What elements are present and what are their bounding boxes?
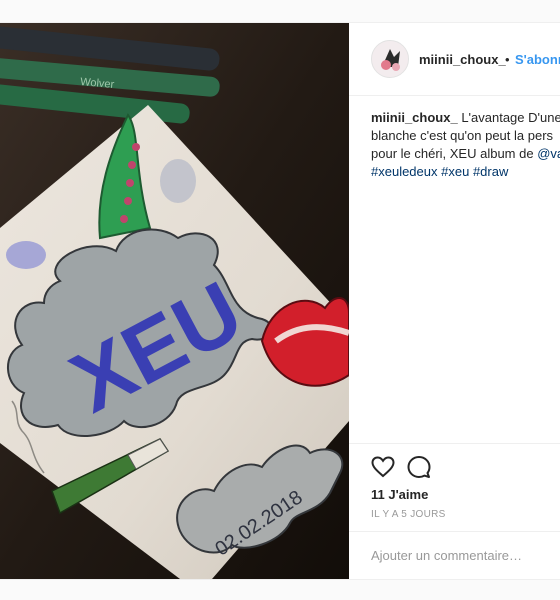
post-header: miinii_choux_ • S'abonner [349, 23, 560, 96]
artwork-drawing: Wolver XEU 02.02.2018 [0, 23, 349, 579]
post-timestamp[interactable]: IL Y A 5 JOURS [371, 509, 446, 520]
post-caption: miinii_choux_ L'avantage D'une blanche c… [371, 109, 560, 181]
grey-blob [160, 159, 196, 203]
comment-icon [407, 456, 431, 478]
avatar[interactable] [371, 40, 409, 78]
post-photo[interactable]: Wolver XEU 02.02.2018 [0, 23, 349, 579]
caption-mention[interactable]: @va [537, 146, 560, 161]
post-username[interactable]: miinii_choux_ [419, 52, 506, 67]
hashtag-xeuledeux[interactable]: #xeuledeux [371, 164, 438, 179]
comment-input[interactable] [371, 544, 551, 566]
caption-hashtags: #xeuledeux #xeu #draw [371, 163, 560, 181]
post-sidebar: miinii_choux_ • S'abonner miinii_choux_ … [349, 23, 560, 579]
comment-box [349, 531, 560, 580]
hashtag-xeu[interactable]: #xeu [441, 164, 469, 179]
avatar-image [372, 41, 408, 77]
caption-line-2: blanche c'est qu'on peut la pers [371, 128, 554, 143]
hashtag-draw[interactable]: #draw [473, 164, 508, 179]
caption-line-3: pour le chéri, XEU album de @va [371, 145, 560, 163]
heart-icon [371, 456, 395, 478]
separator-dot: • [505, 52, 510, 67]
like-count[interactable]: 11 J'aime [371, 487, 428, 502]
like-button[interactable] [371, 455, 397, 481]
lilac-blob [6, 241, 46, 269]
follow-button[interactable]: S'abonner [515, 52, 560, 67]
caption-line-1: miinii_choux_ L'avantage D'une [371, 109, 560, 127]
instagram-post: Wolver XEU 02.02.2018 miinii_choux_ • S'… [0, 22, 560, 580]
caption-username[interactable]: miinii_choux_ [371, 110, 458, 125]
caption-text-1: L'avantage D'une [457, 110, 560, 125]
caption-text-3: pour le chéri, XEU album de [371, 146, 538, 161]
comment-button[interactable] [407, 455, 433, 481]
